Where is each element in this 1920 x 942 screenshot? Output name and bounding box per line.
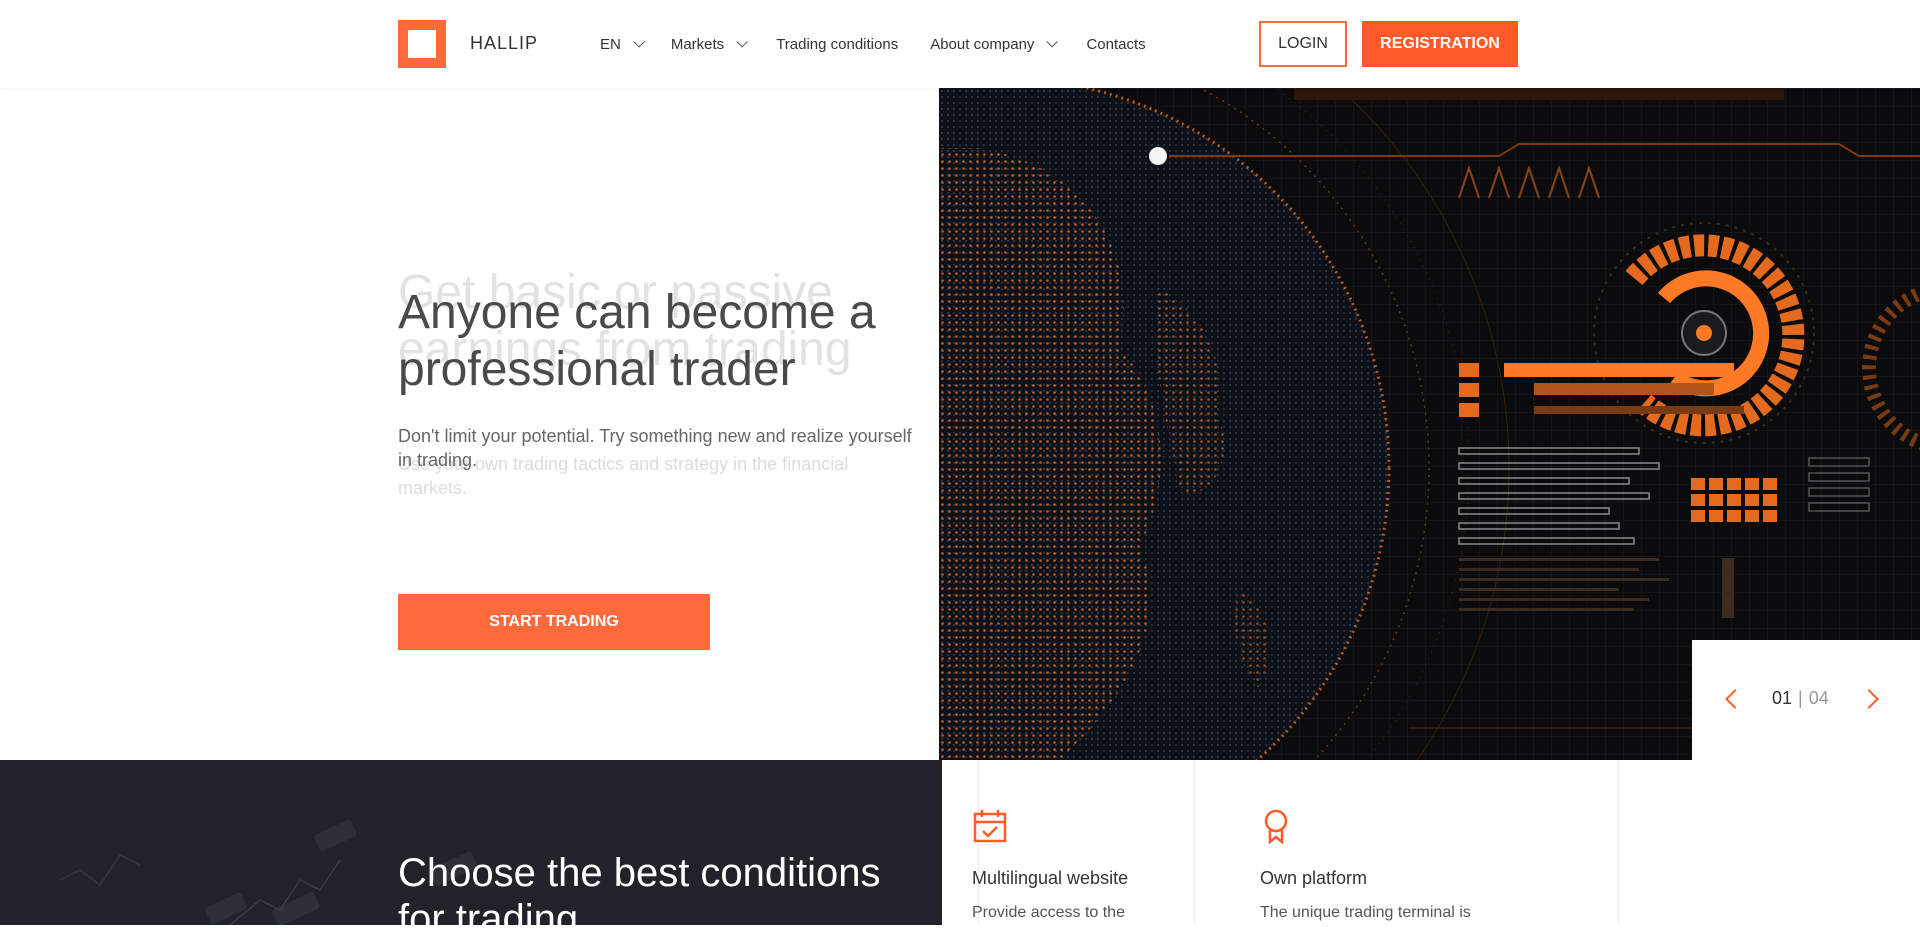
chevron-down-icon (633, 36, 645, 48)
conditions-title: Choose the best conditions for trading (398, 851, 881, 941)
nav-about-company[interactable]: About company (930, 34, 1059, 54)
nav-markets-label: Markets (670, 35, 725, 53)
slider-separator: | (1798, 688, 1803, 708)
feature-text: The unique trading terminal is (1260, 904, 1471, 921)
slider-current: 01 (1772, 688, 1793, 708)
features-section: Multilingual website Provide access to t… (942, 760, 1920, 925)
calendar-check-icon (973, 810, 1007, 843)
chevron-down-icon (1046, 36, 1059, 48)
nav-language[interactable]: EN (600, 34, 645, 54)
chevron-right-icon[interactable] (1859, 689, 1879, 709)
main-nav: EN Markets Trading conditions About comp… (600, 34, 1146, 54)
nav-contacts-label: Contacts (1086, 35, 1146, 53)
feature-divider (1194, 760, 1195, 925)
nav-language-label: EN (600, 35, 621, 53)
hero-title: Anyone can become a professional trader (398, 286, 876, 396)
hero-subtitle: Don't limit your potential. Try somethin… (398, 426, 912, 470)
logo-icon[interactable] (398, 20, 446, 68)
start-trading-button[interactable]: START TRADING (398, 594, 710, 650)
nav-about-company-label: About company (930, 35, 1035, 53)
nav-trading-conditions[interactable]: Trading conditions (776, 34, 898, 54)
award-ribbon-icon (1264, 809, 1288, 844)
slider-total: 04 (1808, 688, 1829, 708)
chevron-down-icon (736, 36, 748, 48)
feature-title: Own platform (1260, 868, 1368, 888)
login-button[interactable]: LOGIN (1259, 21, 1347, 67)
nav-contacts[interactable]: Contacts (1086, 34, 1145, 54)
logo-text[interactable]: HALLIP (470, 33, 538, 54)
feature-divider (1618, 760, 1619, 925)
chevron-left-icon[interactable] (1725, 689, 1745, 709)
hero-slider-controls: 01 | 04 (1692, 640, 1920, 760)
hero-text-panel: Get basic or passive earnings from tradi… (0, 88, 939, 760)
nav-trading-conditions-label: Trading conditions (776, 35, 899, 53)
registration-button[interactable]: REGISTRATION (1362, 21, 1518, 67)
site-header: HALLIP EN Markets Trading conditions Abo… (0, 0, 1920, 88)
feature-title: Multilingual website (972, 868, 1129, 888)
feature-text: Provide access to the (972, 904, 1125, 921)
nav-markets[interactable]: Markets (670, 34, 748, 54)
slider-counter: 01 | 04 (1772, 688, 1829, 709)
